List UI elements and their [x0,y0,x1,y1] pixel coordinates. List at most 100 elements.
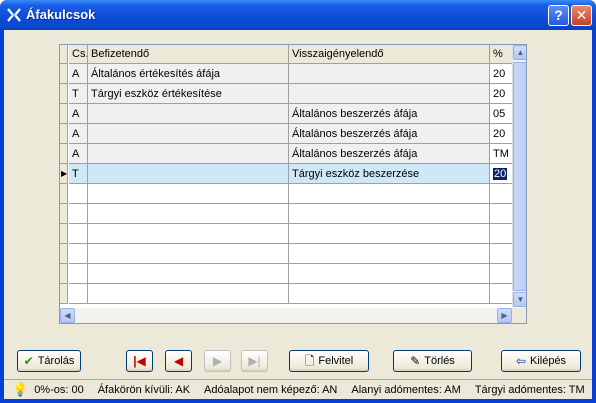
status-item: Alanyi adómentes: AM [351,384,461,396]
row-indicator[interactable] [60,244,68,264]
row-indicator[interactable] [60,284,68,304]
previous-record-icon: ◀ [173,354,184,368]
cell-text: 20 [493,168,508,180]
cell-befizetendo[interactable] [88,184,289,204]
scroll-left-button[interactable]: ◀ [60,308,75,323]
help-button[interactable]: ? [548,5,569,26]
current-row-indicator[interactable]: ▶ [60,164,68,184]
cell-visszaigenyelendo[interactable]: Általános beszerzés áfája [289,104,490,124]
cell-visszaigenyelendo[interactable] [289,264,490,284]
cell-visszaigenyelendo[interactable] [289,284,490,304]
delete-button-label: Törlés [424,355,455,367]
scroll-right-button[interactable]: ▶ [497,308,512,323]
cell-befizetendo[interactable]: Tárgyi eszköz értékesítése [88,84,289,104]
exit-button-label: Kilépés [529,355,567,367]
cell-text: Általános beszerzés áfája [292,108,418,120]
row-indicator[interactable] [60,144,68,164]
new-document-icon: 🗋 [304,354,315,368]
cell-text: Általános beszerzés áfája [292,128,418,140]
vertical-scroll-thumb[interactable] [513,62,526,291]
cell-befizetendo[interactable] [88,164,289,184]
delete-button[interactable]: ✎ Törlés [393,350,472,372]
cell-text: A [72,108,80,120]
grid-header-corner [60,45,68,64]
next-record-button[interactable]: ▶ [204,350,231,372]
vertical-scrollbar[interactable]: ▲ ▼ [512,45,526,308]
title-bar[interactable]: Áfakulcsok ? ✕ [0,0,596,30]
previous-record-button[interactable]: ◀ [165,350,192,372]
cell-befizetendo[interactable] [88,224,289,244]
first-record-icon: |◀ [133,354,146,368]
exit-door-icon: ⇦ [515,354,526,368]
save-button-label: Tárolás [37,355,75,367]
status-item: 0%-os: 00 [34,384,84,396]
cell-befizetendo[interactable] [88,204,289,224]
eraser-icon: ✎ [410,354,421,368]
cell-text: A [72,128,80,140]
afakulcsok-window: Áfakulcsok ? ✕ Cs. Befizetendő Visszaigény… [0,0,596,403]
row-indicator[interactable] [60,264,68,284]
close-button[interactable]: ✕ [571,5,592,26]
status-bar: 💡 0%-os: 00 Áfakörön kívüli: AK Adóalapo… [4,381,592,399]
cell-cs[interactable]: A [69,104,88,124]
lightbulb-icon: 💡 [12,382,29,397]
cell-cs[interactable]: T [69,164,88,184]
first-record-button[interactable]: |◀ [126,350,153,372]
app-icon [7,8,21,22]
cell-cs[interactable] [69,224,88,244]
cell-visszaigenyelendo[interactable] [289,84,490,104]
row-indicator[interactable] [60,104,68,124]
cell-befizetendo[interactable] [88,244,289,264]
last-record-icon: ▶| [248,354,261,368]
cell-visszaigenyelendo[interactable] [289,64,490,84]
cell-cs[interactable] [69,264,88,284]
cell-cs[interactable]: T [69,84,88,104]
new-record-button[interactable]: 🗋 Felvitel [289,350,369,372]
cell-cs[interactable]: A [69,124,88,144]
cell-befizetendo[interactable] [88,124,289,144]
cell-visszaigenyelendo[interactable]: Általános beszerzés áfája [289,124,490,144]
cell-text: 20 [493,68,506,80]
cell-cs[interactable] [69,244,88,264]
horizontal-scrollbar[interactable]: ◀ ▶ [60,308,512,323]
cell-cs[interactable]: A [69,144,88,164]
cell-visszaigenyelendo[interactable] [289,244,490,264]
new-record-button-label: Felvitel [318,355,354,367]
cell-visszaigenyelendo[interactable] [289,184,490,204]
cell-text: Tárgyi eszköz értékesítése [91,88,222,100]
column-header-visszaigenyelendo[interactable]: Visszaigényelendő [289,45,490,64]
row-indicator[interactable] [60,64,68,84]
cell-visszaigenyelendo[interactable] [289,224,490,244]
cell-befizetendo[interactable] [88,264,289,284]
cell-visszaigenyelendo[interactable]: Tárgyi eszköz beszerzése [289,164,490,184]
row-indicator[interactable] [60,204,68,224]
cell-visszaigenyelendo[interactable] [289,204,490,224]
exit-button[interactable]: ⇦ Kilépés [501,350,581,372]
status-item: Tárgyi adómentes: TM [474,384,585,396]
cell-befizetendo[interactable]: Általános értékesítés áfája [88,64,289,84]
last-record-button[interactable]: ▶| [241,350,268,372]
cell-befizetendo[interactable] [88,284,289,304]
cell-cs[interactable] [69,284,88,304]
column-header-befizetendo[interactable]: Befizetendő [88,45,289,64]
cell-cs[interactable] [69,184,88,204]
cell-text: A [72,68,80,80]
cell-befizetendo[interactable] [88,104,289,124]
column-header-cs[interactable]: Cs. [69,45,88,64]
scroll-up-button[interactable]: ▲ [513,45,526,60]
row-indicator[interactable] [60,84,68,104]
row-indicator[interactable] [60,124,68,144]
row-indicator[interactable] [60,184,68,204]
cell-cs[interactable]: A [69,64,88,84]
cell-befizetendo[interactable] [88,144,289,164]
scroll-down-button[interactable]: ▼ [513,292,526,307]
status-separator [4,379,592,380]
cell-cs[interactable] [69,204,88,224]
cell-text: 20 [493,128,506,140]
save-button[interactable]: ✔ Tárolás [17,350,81,372]
vat-rates-grid[interactable]: Cs. Befizetendő Visszaigényelendő% A Általán… [59,44,527,324]
cell-text: T [72,168,79,180]
row-indicator[interactable] [60,224,68,244]
cell-text: TM [493,148,509,160]
cell-visszaigenyelendo[interactable]: Általános beszerzés áfája [289,144,490,164]
